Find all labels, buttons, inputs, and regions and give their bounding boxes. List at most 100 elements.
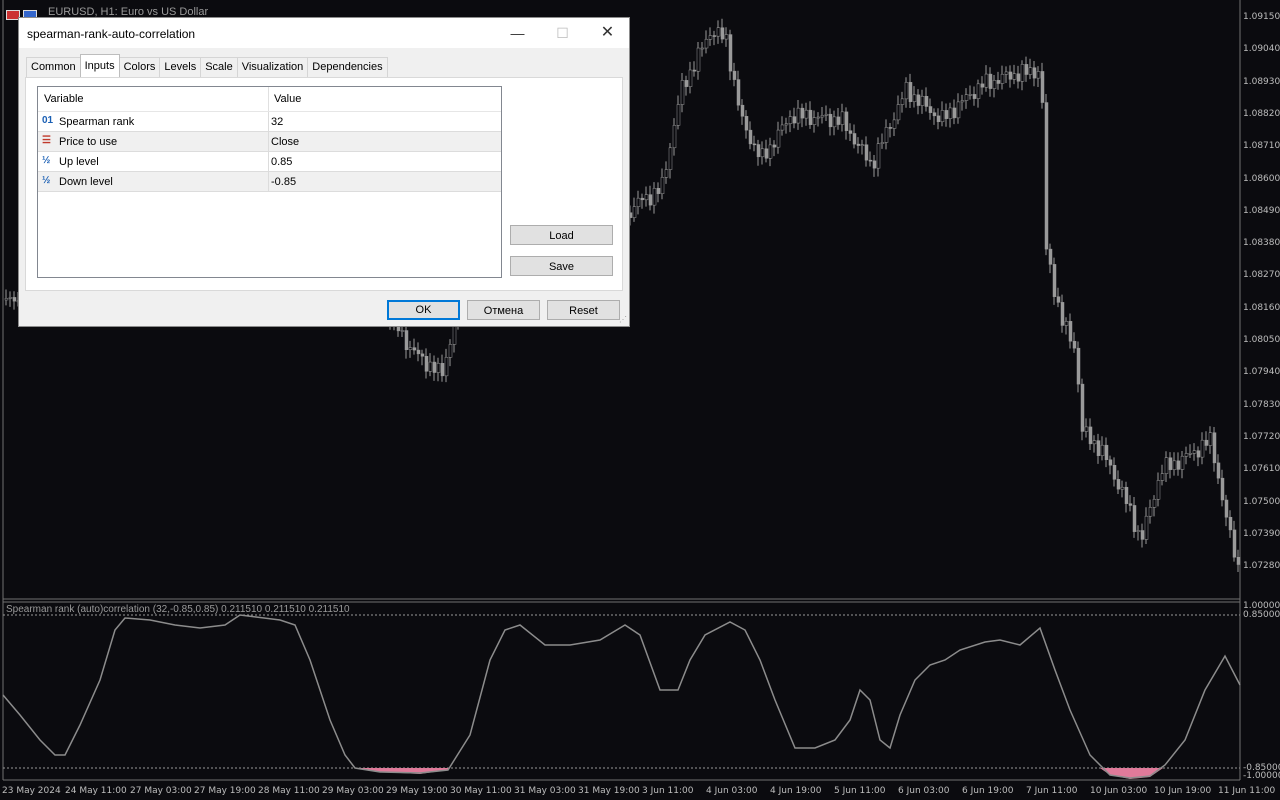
time-label: 29 May 19:00 xyxy=(386,786,448,796)
candle-body xyxy=(796,107,801,124)
candle-body xyxy=(980,83,985,88)
candle-body xyxy=(1040,71,1045,103)
input-name: Price to use xyxy=(59,136,118,148)
close-button[interactable]: ✕ xyxy=(585,18,630,48)
tab-levels[interactable]: Levels xyxy=(159,57,202,77)
candle-body xyxy=(956,101,961,119)
price-label: 1.08160 xyxy=(1243,302,1280,313)
candle-body xyxy=(896,104,901,121)
dialog-title: spearman-rank-auto-correlation xyxy=(27,27,196,41)
price-label: 1.08270 xyxy=(1243,270,1280,281)
candle-body xyxy=(696,47,701,72)
candle-body xyxy=(444,357,449,377)
resize-grip-icon[interactable]: ⋰ xyxy=(619,315,627,324)
candle-body xyxy=(1000,73,1005,84)
tab-dependencies[interactable]: Dependencies xyxy=(307,57,388,77)
input-row-spearman-rank[interactable]: 01 Spearman rank 32 xyxy=(38,112,501,132)
ok-button[interactable]: OK xyxy=(387,300,460,320)
cell-separator xyxy=(268,112,269,132)
input-row-down-level[interactable]: ½ Down level -0.85 xyxy=(38,172,501,192)
candle-body xyxy=(812,117,817,125)
candle-body xyxy=(688,69,693,87)
candle-body xyxy=(1140,530,1145,540)
input-value[interactable]: 32 xyxy=(271,116,283,128)
input-value[interactable]: -0.85 xyxy=(271,176,296,188)
input-row-up-level[interactable]: ½ Up level 0.85 xyxy=(38,152,501,172)
price-label: 1.07830 xyxy=(1243,399,1280,410)
candle-body xyxy=(440,363,445,377)
candle-body xyxy=(1020,64,1025,82)
candle-body xyxy=(756,144,761,158)
indicator-label: -1.00000 xyxy=(1243,771,1280,781)
candle-body xyxy=(788,116,793,124)
candle-body xyxy=(692,69,697,72)
candle-body xyxy=(436,363,441,373)
tab-inputs[interactable]: Inputs xyxy=(79,54,120,77)
candle-body xyxy=(936,115,941,123)
candle-body xyxy=(988,73,993,89)
candle-body xyxy=(1024,64,1029,75)
time-label: 27 May 03:00 xyxy=(130,786,192,796)
candle-body xyxy=(1116,479,1121,490)
time-label: 5 Jun 11:00 xyxy=(834,786,886,796)
value-column-header[interactable]: Value xyxy=(274,93,301,105)
candle-body xyxy=(868,159,873,162)
candle-body xyxy=(664,169,669,178)
input-value[interactable]: Close xyxy=(271,136,299,148)
candle-body xyxy=(1172,460,1177,470)
candle-body xyxy=(792,116,797,124)
candle-body xyxy=(780,124,785,131)
candle-body xyxy=(772,144,777,148)
time-label: 6 Jun 19:00 xyxy=(962,786,1014,796)
candle-body xyxy=(768,144,773,159)
candle-body xyxy=(856,143,861,146)
variable-column-header[interactable]: Variable xyxy=(44,93,84,105)
candle-body xyxy=(996,80,1001,84)
price-label: 1.08600 xyxy=(1243,173,1280,184)
input-value[interactable]: 0.85 xyxy=(271,156,292,168)
time-label: 7 Jun 11:00 xyxy=(1026,786,1078,796)
tab-scale[interactable]: Scale xyxy=(200,57,238,77)
candle-body xyxy=(656,188,661,194)
candle-body xyxy=(720,27,725,40)
cancel-button[interactable]: Отмена xyxy=(467,300,540,320)
candle-body xyxy=(1120,486,1125,490)
header-separator xyxy=(268,87,269,111)
time-label: 4 Jun 03:00 xyxy=(706,786,758,796)
candle-body xyxy=(1052,264,1057,297)
candle-body xyxy=(1180,455,1185,470)
cell-separator xyxy=(268,172,269,192)
price-label: 1.07610 xyxy=(1243,464,1280,475)
candle-body xyxy=(908,82,913,102)
dialog-titlebar[interactable]: spearman-rank-auto-correlation — ☐ ✕ xyxy=(19,18,629,48)
input-name: Up level xyxy=(59,156,99,168)
candle-body xyxy=(432,361,437,373)
candle-body xyxy=(940,110,945,123)
tab-colors[interactable]: Colors xyxy=(118,57,161,77)
reset-button[interactable]: Reset xyxy=(547,300,620,320)
candle-body xyxy=(1212,432,1217,464)
tab-visualization[interactable]: Visualization xyxy=(236,57,309,77)
load-button[interactable]: Load xyxy=(510,225,613,245)
candle-body xyxy=(1208,432,1213,446)
candle-body xyxy=(1072,340,1077,349)
tab-common[interactable]: Common xyxy=(26,57,81,77)
candle-body xyxy=(1136,530,1141,532)
candle-body xyxy=(728,34,733,72)
input-row-price-to-use[interactable]: ☰ Price to use Close xyxy=(38,132,501,152)
candle-body xyxy=(900,98,905,105)
candle-body xyxy=(748,129,753,145)
candle-body xyxy=(708,35,713,40)
candle-body xyxy=(1200,439,1205,458)
save-button[interactable]: Save xyxy=(510,256,613,276)
candle-body xyxy=(740,104,745,117)
candle-body xyxy=(828,113,833,128)
candle-body xyxy=(1084,426,1089,432)
candle-body xyxy=(872,160,877,169)
candle-body xyxy=(1144,515,1149,540)
candle-body xyxy=(744,116,749,131)
minimize-button[interactable]: — xyxy=(495,18,540,48)
candle-body xyxy=(884,127,889,143)
candle-body xyxy=(1004,71,1009,75)
price-label: 1.08820 xyxy=(1243,108,1280,119)
